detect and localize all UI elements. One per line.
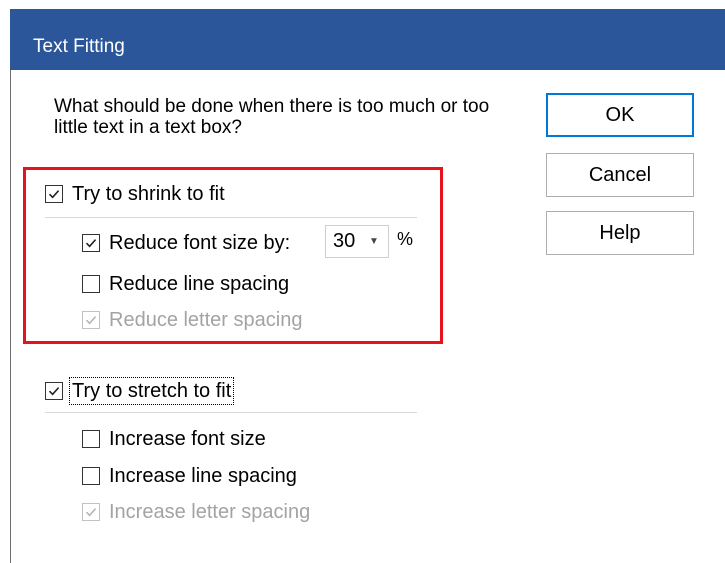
increase-line-spacing-label: Increase line spacing <box>109 465 297 487</box>
shrink-to-fit-option[interactable]: Try to shrink to fit <box>45 182 225 206</box>
shrink-to-fit-checkbox[interactable] <box>45 185 63 203</box>
increase-letter-spacing-checkbox <box>82 503 100 521</box>
reduce-font-size-checkbox[interactable] <box>82 234 100 252</box>
reduce-font-size-label: Reduce font size by: <box>109 232 291 254</box>
increase-line-spacing-checkbox[interactable] <box>82 467 100 485</box>
reduce-line-spacing-label: Reduce line spacing <box>109 273 290 295</box>
dialog-title: Text Fitting <box>33 36 125 57</box>
dropdown-arrow-icon: ▼ <box>369 236 379 247</box>
increase-letter-spacing-option: Increase letter spacing <box>82 500 310 524</box>
stretch-to-fit-label: Try to stretch to fit <box>68 377 235 405</box>
reduce-font-size-option[interactable]: Reduce font size by: <box>82 231 290 255</box>
increase-font-size-label: Increase font size <box>109 428 266 450</box>
reduce-letter-spacing-checkbox <box>82 311 100 329</box>
reduce-letter-spacing-label: Reduce letter spacing <box>109 309 303 331</box>
question-text: What should be done when there is too mu… <box>54 96 490 138</box>
font-size-reduction-dropdown[interactable]: 30 ▼ <box>325 225 389 258</box>
stretch-to-fit-option[interactable]: Try to stretch to fit <box>45 377 235 405</box>
checkmark-icon <box>48 387 60 396</box>
percent-unit: % <box>397 229 414 249</box>
cancel-button[interactable]: Cancel <box>546 153 694 197</box>
ok-button[interactable]: OK <box>546 93 694 137</box>
checkmark-icon <box>85 508 97 517</box>
reduce-line-spacing-checkbox[interactable] <box>82 275 100 293</box>
increase-letter-spacing-label: Increase letter spacing <box>109 501 311 523</box>
increase-font-size-option[interactable]: Increase font size <box>82 427 266 451</box>
shrink-separator <box>45 217 417 218</box>
dialog-frame-edge <box>10 70 11 563</box>
stretch-separator <box>45 412 417 413</box>
text-fitting-dialog: Text Fitting What should be done when th… <box>0 0 725 563</box>
font-size-reduction-value: 30 <box>333 230 356 252</box>
stretch-to-fit-checkbox[interactable] <box>45 382 63 400</box>
reduce-letter-spacing-option: Reduce letter spacing <box>82 308 302 332</box>
checkmark-icon <box>85 316 97 325</box>
reduce-line-spacing-option[interactable]: Reduce line spacing <box>82 272 289 296</box>
checkmark-icon <box>48 190 60 199</box>
help-button[interactable]: Help <box>546 211 694 255</box>
increase-line-spacing-option[interactable]: Increase line spacing <box>82 464 297 488</box>
shrink-to-fit-label: Try to shrink to fit <box>72 183 225 205</box>
increase-font-size-checkbox[interactable] <box>82 430 100 448</box>
checkmark-icon <box>85 239 97 248</box>
title-bar[interactable]: Text Fitting <box>10 9 725 70</box>
